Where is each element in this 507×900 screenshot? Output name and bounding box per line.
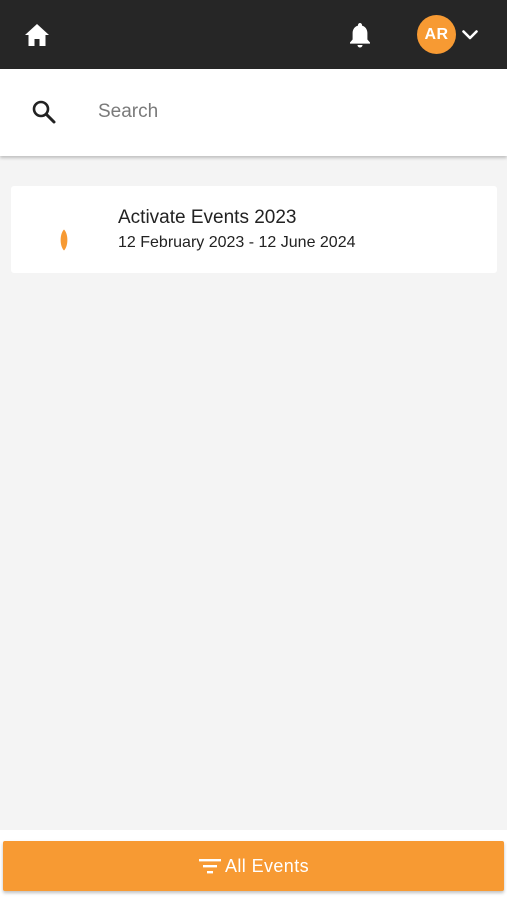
user-initials: AR	[424, 25, 449, 43]
home-icon	[25, 24, 49, 46]
chevron-down-icon	[462, 30, 478, 40]
event-dates: 12 February 2023 - 12 June 2024	[118, 234, 356, 251]
bottom-bar: All Events	[0, 830, 507, 900]
leaf-icon	[60, 229, 68, 251]
user-avatar[interactable]: AR	[417, 15, 456, 54]
event-card[interactable]: Activate Events 2023 12 February 2023 - …	[11, 186, 497, 273]
all-events-filter-button[interactable]: All Events	[3, 841, 504, 891]
bell-icon	[350, 23, 370, 48]
filter-label: All Events	[224, 855, 310, 876]
event-title: Activate Events 2023	[118, 207, 297, 228]
filter-icon	[198, 859, 221, 874]
search-icon	[32, 100, 56, 124]
home-button[interactable]	[23, 21, 51, 49]
notifications-button[interactable]	[346, 20, 374, 50]
search-bar	[0, 69, 507, 156]
account-menu-toggle[interactable]	[460, 26, 480, 44]
search-input[interactable]	[98, 97, 478, 127]
top-app-bar: AR	[0, 0, 507, 69]
